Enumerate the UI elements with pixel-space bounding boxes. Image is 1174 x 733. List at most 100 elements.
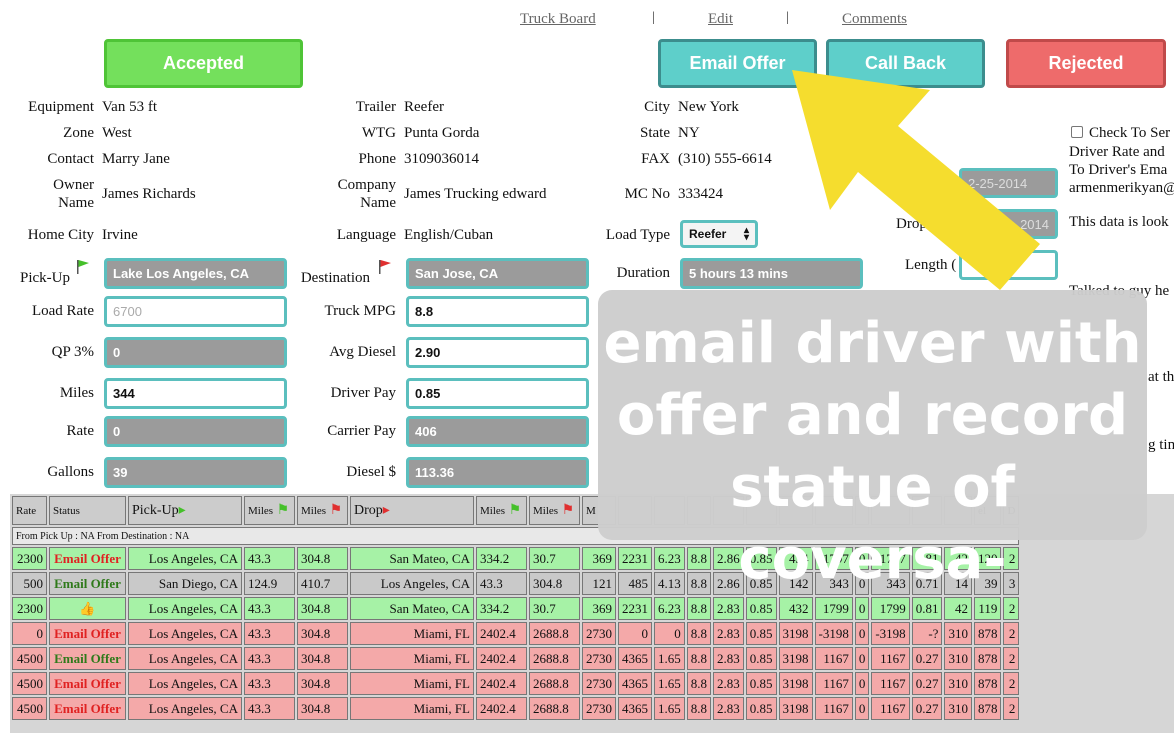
cell-miles-4: 304.8 <box>529 572 580 595</box>
cell-miles-3: 334.2 <box>476 597 527 620</box>
rate-input[interactable]: 0 <box>104 416 287 447</box>
accepted-button[interactable]: Accepted <box>104 39 303 88</box>
carrier-pay-input[interactable]: 406 <box>406 416 589 447</box>
status-label[interactable]: Email Offer <box>54 626 121 641</box>
diesel-input[interactable]: 113.36 <box>406 457 589 488</box>
city-value: New York <box>678 99 739 115</box>
cell-mpg: 8.8 <box>686 597 711 620</box>
cell-gallons: 310 <box>944 672 972 695</box>
col-miles-label: Miles <box>480 505 506 517</box>
red-flag-icon: ▸ <box>382 503 390 518</box>
col-miles-3[interactable]: Miles ⚑ <box>476 496 527 525</box>
edit-link[interactable]: Edit <box>708 11 733 28</box>
duration-label: Duration <box>616 265 670 281</box>
cell-diesel: 2.83 <box>713 672 744 695</box>
home-city-label: Home City <box>27 227 94 243</box>
data-look-note: This data is look <box>1069 214 1169 230</box>
col-drop[interactable]: Drop▸ <box>350 496 474 525</box>
cell-miles-3: 334.2 <box>476 547 527 570</box>
cell-margin: 0.27 <box>911 647 943 670</box>
table-row[interactable]: 4500 Email Offer Los Angeles, CA 43.3 304.8 M… <box>12 697 1020 720</box>
fax-value: (310) 555-6614 <box>678 151 772 167</box>
cell-status: Email Offer <box>49 622 126 645</box>
cell-pickup: San Diego, CA <box>128 572 242 595</box>
load-type-label: Load Type <box>605 227 670 243</box>
col-pickup[interactable]: Pick-Up▸ <box>128 496 242 525</box>
zone-label: Zone <box>63 125 94 141</box>
comments-link[interactable]: Comments <box>842 11 907 28</box>
cell-miles-3: 2402.4 <box>476 622 527 645</box>
table-row[interactable]: 4500 Email Offer Los Angeles, CA 43.3 304.8 M… <box>12 647 1020 670</box>
cell-extra-col: 2 <box>1003 697 1020 720</box>
thumbs-up-icon[interactable]: 👍 <box>79 601 95 616</box>
miles-input[interactable]: 344 <box>104 378 287 409</box>
pickup-input[interactable]: Lake Los Angeles, CA <box>104 258 287 289</box>
col-status[interactable]: Status <box>49 496 126 525</box>
cell-miles-3: 43.3 <box>476 572 527 595</box>
home-city-value: Irvine <box>102 227 138 243</box>
cell-fuel-cost: 119 <box>973 597 1002 620</box>
col-miles-4[interactable]: Miles ⚑ <box>529 496 580 525</box>
load-type-value: Reefer <box>689 227 727 241</box>
green-flag-icon: ⚑ <box>505 503 522 518</box>
cell-cost: 3198 <box>778 647 813 670</box>
truck-mpg-input[interactable]: 8.8 <box>406 296 589 327</box>
cell-rate-per-mile: 1.65 <box>654 672 685 695</box>
cell-extra: 0 <box>854 622 870 645</box>
status-label[interactable]: Email Offer <box>54 651 121 666</box>
phone-value: 3109036014 <box>404 151 479 167</box>
cell-revenue: 2231 <box>618 597 652 620</box>
col-drop-label: Drop <box>354 503 383 518</box>
col-miles-2[interactable]: Miles ⚑ <box>297 496 348 525</box>
cell-drop: San Mateo, CA <box>350 547 474 570</box>
cell-mpg: 8.8 <box>686 622 711 645</box>
phone-label: Phone <box>358 151 397 167</box>
note-fragment-2: g tim <box>1148 437 1174 453</box>
cell-miles-2: 304.8 <box>297 697 348 720</box>
note-fragment-1: at th <box>1148 369 1174 385</box>
cell-rate: 0 <box>12 622 47 645</box>
send-checkbox[interactable] <box>1071 126 1083 138</box>
cell-pickup: Los Angeles, CA <box>128 697 242 720</box>
state-value: NY <box>678 125 700 141</box>
status-label[interactable]: Email Offer <box>54 551 121 566</box>
load-rate-input[interactable]: 6700 <box>104 296 287 327</box>
cell-diesel: 2.83 <box>713 622 744 645</box>
col-miles-1[interactable]: Miles ⚑ <box>244 496 295 525</box>
status-label[interactable]: Email Offer <box>54 701 121 716</box>
driver-pay-input[interactable]: 0.85 <box>406 378 589 409</box>
table-row[interactable]: 4500 Email Offer Los Angeles, CA 43.3 304.8 M… <box>12 672 1020 695</box>
status-label[interactable]: Email Offer <box>54 676 121 691</box>
red-flag-icon: ⚑ <box>326 503 343 518</box>
status-label[interactable]: Email Offer <box>54 576 121 591</box>
load-type-select[interactable]: Reefer ▴ ▾ <box>680 220 758 248</box>
cell-driver-pay: 0.85 <box>745 647 777 670</box>
contact-label: Contact <box>47 151 94 167</box>
cell-pickup: Los Angeles, CA <box>128 672 242 695</box>
cell-fuel-cost: 878 <box>973 647 1002 670</box>
cell-profit: 1167 <box>814 697 853 720</box>
mc-label: MC No <box>624 186 670 202</box>
fax-label: FAX <box>641 151 670 167</box>
cell-mpg: 8.8 <box>686 697 711 720</box>
nav-separator: | <box>652 10 655 25</box>
green-flag-icon <box>77 260 89 274</box>
gallons-input[interactable]: 39 <box>104 457 287 488</box>
cell-miles-1: 43.3 <box>244 647 295 670</box>
cell-rate-per-mile: 6.23 <box>654 597 685 620</box>
destination-input[interactable]: San Jose, CA <box>406 258 589 289</box>
truck-board-link[interactable]: Truck Board <box>520 11 596 28</box>
cell-extra-col: 2 <box>1003 647 1020 670</box>
cell-drop: Miami, FL <box>350 672 474 695</box>
cell-diesel: 2.83 <box>713 597 744 620</box>
table-row[interactable]: 2300 👍 Los Angeles, CA 43.3 304.8 San Mateo, … <box>12 597 1020 620</box>
cell-status: Email Offer <box>49 672 126 695</box>
col-rate[interactable]: Rate <box>12 496 47 525</box>
table-row[interactable]: 0 Email Offer Los Angeles, CA 43.3 304.8 Miam… <box>12 622 1020 645</box>
avg-diesel-input[interactable]: 2.90 <box>406 337 589 368</box>
gallons-label: Gallons <box>47 464 94 480</box>
cell-miles-total: 2730 <box>582 697 616 720</box>
col-pickup-label: Pick-Up <box>132 503 179 518</box>
qp-input[interactable]: 0 <box>104 337 287 368</box>
cell-profit: -3198 <box>814 622 853 645</box>
